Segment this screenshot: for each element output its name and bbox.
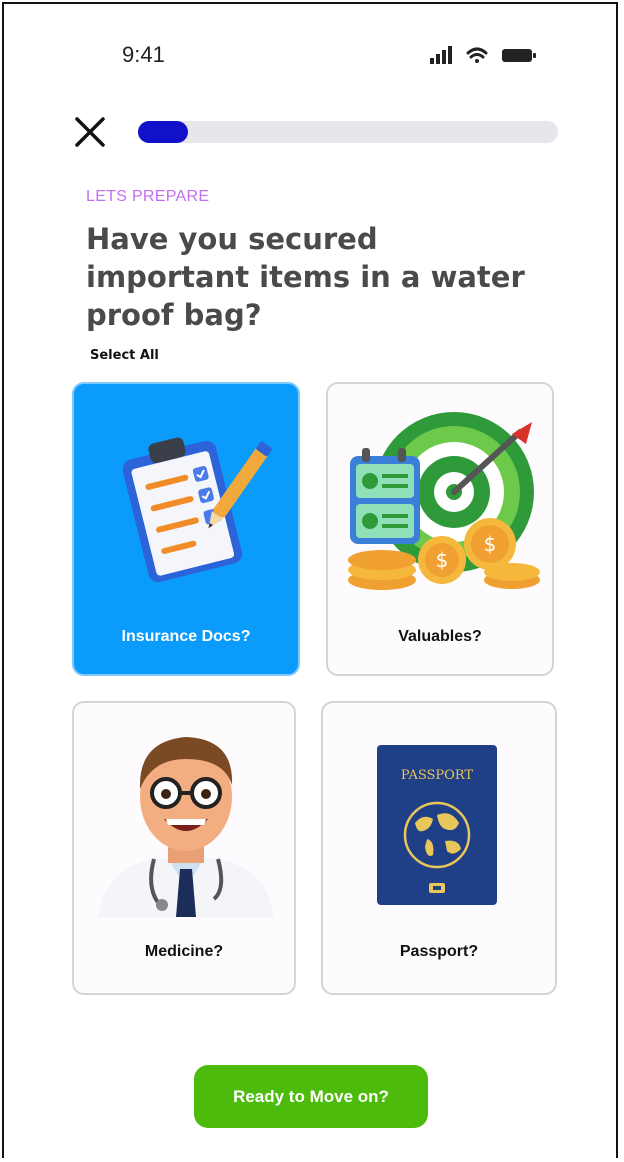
question-title: Have you secured important items in a wa… xyxy=(86,222,525,332)
clipboard-checklist-icon xyxy=(122,437,272,583)
option-card-medicine[interactable]: Medicine? xyxy=(72,701,296,995)
target-coins-icon: $ $ xyxy=(348,412,540,590)
doctor-avatar-icon xyxy=(98,737,274,917)
battery-icon xyxy=(502,49,536,62)
svg-text:PASSPORT: PASSPORT xyxy=(401,768,473,783)
option-label: Valuables? xyxy=(398,628,482,645)
option-card-passport[interactable]: PASSPORT Passport? xyxy=(321,701,557,995)
option-label: Medicine? xyxy=(144,943,224,960)
phone-frame: 9:41 LETS PREPARE Have you secured impor… xyxy=(2,2,618,1158)
close-icon[interactable] xyxy=(72,114,108,150)
status-time: 9:41 xyxy=(122,42,165,67)
svg-text:$: $ xyxy=(436,548,449,572)
signal-icon xyxy=(430,46,452,64)
option-card-valuables[interactable]: $ $ Valuables? xyxy=(326,382,554,676)
status-icons xyxy=(430,46,536,64)
section-eyebrow: LETS PREPARE xyxy=(86,188,210,205)
progress-bar xyxy=(138,121,558,143)
wifi-icon xyxy=(466,47,488,63)
svg-text:$: $ xyxy=(484,532,497,556)
progress-fill xyxy=(138,121,189,143)
select-all-link[interactable]: Select All xyxy=(90,348,159,363)
passport-icon: PASSPORT xyxy=(377,745,497,905)
option-label: Passport? xyxy=(399,943,479,960)
option-card-insurance[interactable]: Insurance Docs? xyxy=(72,382,300,676)
ready-to-move-on-button[interactable]: Ready to Move on? xyxy=(194,1065,428,1128)
option-label: Insurance Docs? xyxy=(121,628,251,645)
